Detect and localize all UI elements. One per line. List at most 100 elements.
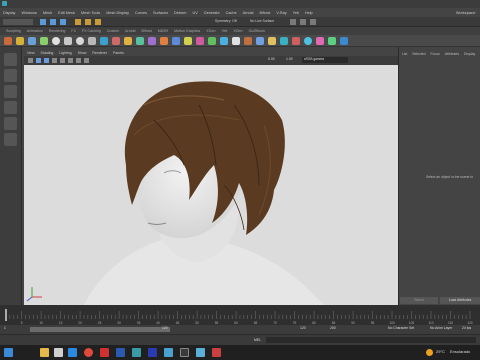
shelf-icon-16[interactable] (244, 37, 252, 45)
menu-display[interactable]: Display (3, 11, 15, 15)
shelf-settings-icon[interactable] (4, 37, 12, 45)
move-tool-icon[interactable] (4, 101, 17, 114)
select-button[interactable]: Select (400, 297, 438, 304)
menu-generate[interactable]: Generate (204, 11, 220, 15)
tab-fx-caching[interactable]: FX Caching (82, 29, 101, 33)
shelf-icon-12[interactable] (196, 37, 204, 45)
snap-curve-icon[interactable] (85, 19, 91, 25)
cube-icon[interactable] (64, 37, 72, 45)
tab-list[interactable]: List (402, 52, 407, 56)
scale-tool-icon[interactable] (4, 133, 17, 146)
tab-animation[interactable]: Animation (27, 29, 43, 33)
taskbar-icon-9[interactable] (164, 348, 173, 357)
symmetry-dropdown[interactable]: Symmetry: Off (215, 19, 237, 23)
shelf-icon-2[interactable] (28, 37, 36, 45)
tab-display[interactable]: Display (464, 52, 475, 56)
select-component-icon[interactable] (60, 19, 66, 25)
load-attributes-button[interactable]: Load Attributes (440, 297, 480, 304)
tab-motion-graphics[interactable]: Motion Graphics (174, 29, 200, 33)
menu-mesh[interactable]: Mesh (43, 11, 52, 15)
cylinder-icon[interactable] (76, 37, 84, 45)
shelf-icon-19[interactable] (280, 37, 288, 45)
menu-help[interactable]: Help (305, 11, 313, 15)
shelf-icon-21[interactable] (304, 37, 312, 45)
colorspace-dropdown[interactable]: sRGB gamma (302, 57, 348, 63)
xray-icon[interactable] (84, 58, 89, 63)
tab-arnold[interactable]: Arnold (125, 29, 135, 33)
range-end-field[interactable]: 120 (162, 326, 168, 330)
shelf-icon-17[interactable] (256, 37, 264, 45)
menu-cache[interactable]: Cache (226, 11, 237, 15)
smooth-shade-icon[interactable] (44, 58, 49, 63)
max-end-field[interactable]: 200 (330, 326, 336, 330)
menu-bifrost[interactable]: Bifrost (260, 11, 271, 15)
command-input[interactable] (266, 337, 476, 343)
shelf-icon-6[interactable] (124, 37, 132, 45)
opera-icon[interactable] (84, 348, 93, 357)
gamma-field[interactable]: 1.00 (286, 57, 293, 61)
shelf-icon-4[interactable] (100, 37, 108, 45)
taskbar-icon-12[interactable] (212, 348, 221, 357)
viewport-3d[interactable] (24, 65, 398, 305)
lasso-tool-icon[interactable] (4, 69, 17, 82)
vp-menu-show[interactable]: Show (78, 51, 87, 55)
shelf-icon-22[interactable] (316, 37, 324, 45)
menu-mesh-display[interactable]: Mesh Display (106, 11, 129, 15)
tab-focus[interactable]: Focus (430, 52, 439, 56)
vp-menu-shading[interactable]: Shading (41, 51, 54, 55)
explorer-icon[interactable] (40, 348, 49, 357)
shelf-icon-11[interactable] (184, 37, 192, 45)
plane-icon[interactable] (88, 37, 96, 45)
menu-uv[interactable]: UV (192, 11, 197, 15)
menu-vray[interactable]: V-Ray (276, 11, 286, 15)
shadows-icon[interactable] (68, 58, 73, 63)
tab-selected[interactable]: Selected (412, 52, 425, 56)
vp-menu-view[interactable]: View (27, 51, 35, 55)
start-icon[interactable] (4, 348, 13, 357)
shelf-icon-24[interactable] (340, 37, 348, 45)
shelf-icon-8[interactable] (148, 37, 156, 45)
shelf-icon-9[interactable] (160, 37, 168, 45)
rotate-tool-icon[interactable] (4, 117, 17, 130)
exposure-field[interactable]: 0.00 (268, 57, 275, 61)
taskbar-icon-3[interactable] (68, 348, 77, 357)
tab-fx[interactable]: FX (71, 29, 76, 33)
photoshop-icon[interactable] (148, 348, 157, 357)
shelf-icon-15[interactable] (232, 37, 240, 45)
word-icon[interactable] (116, 348, 125, 357)
shelf-icon-13[interactable] (208, 37, 216, 45)
shelf-icon-18[interactable] (268, 37, 276, 45)
select-tool-icon[interactable] (4, 53, 17, 66)
snap-point-icon[interactable] (95, 19, 101, 25)
shelf-icon-1[interactable] (16, 37, 24, 45)
tab-sculpting[interactable]: Sculpting (6, 29, 21, 33)
taskbar-icon-10[interactable] (180, 348, 189, 357)
isolate-icon[interactable] (76, 58, 81, 63)
vp-menu-panels[interactable]: Panels (113, 51, 124, 55)
live-surface-label[interactable]: No Live Surface (250, 19, 274, 23)
menu-windows[interactable]: Windows (21, 11, 36, 15)
shelf-icon-5[interactable] (112, 37, 120, 45)
select-hierarchy-icon[interactable] (40, 19, 46, 25)
tab-xgen-2[interactable]: XGen (233, 29, 242, 33)
paint-select-tool-icon[interactable] (4, 85, 17, 98)
menu-surfaces[interactable]: Surfaces (153, 11, 168, 15)
select-object-icon[interactable] (50, 19, 56, 25)
textured-icon[interactable] (52, 58, 57, 63)
menu-curves[interactable]: Curves (135, 11, 147, 15)
shelf-icon-14[interactable] (220, 37, 228, 45)
menu-deform[interactable]: Deform (174, 11, 186, 15)
shelf-icon-20[interactable] (292, 37, 300, 45)
taskbar-icon-2[interactable] (54, 348, 63, 357)
mode-dropdown[interactable] (3, 19, 33, 25)
range-bar[interactable] (30, 327, 170, 332)
shelf-icon-7[interactable] (136, 37, 144, 45)
tab-bifrost[interactable]: Bifrost (142, 29, 152, 33)
tab-attributes[interactable]: Attributes (445, 52, 459, 56)
shelf-icon-23[interactable] (328, 37, 336, 45)
vp-menu-lighting[interactable]: Lighting (59, 51, 71, 55)
tab-gozbrush[interactable]: GoZBrush (249, 29, 265, 33)
lights-icon[interactable] (60, 58, 65, 63)
ipr-render-icon[interactable] (300, 19, 306, 25)
maya-icon[interactable] (132, 348, 141, 357)
